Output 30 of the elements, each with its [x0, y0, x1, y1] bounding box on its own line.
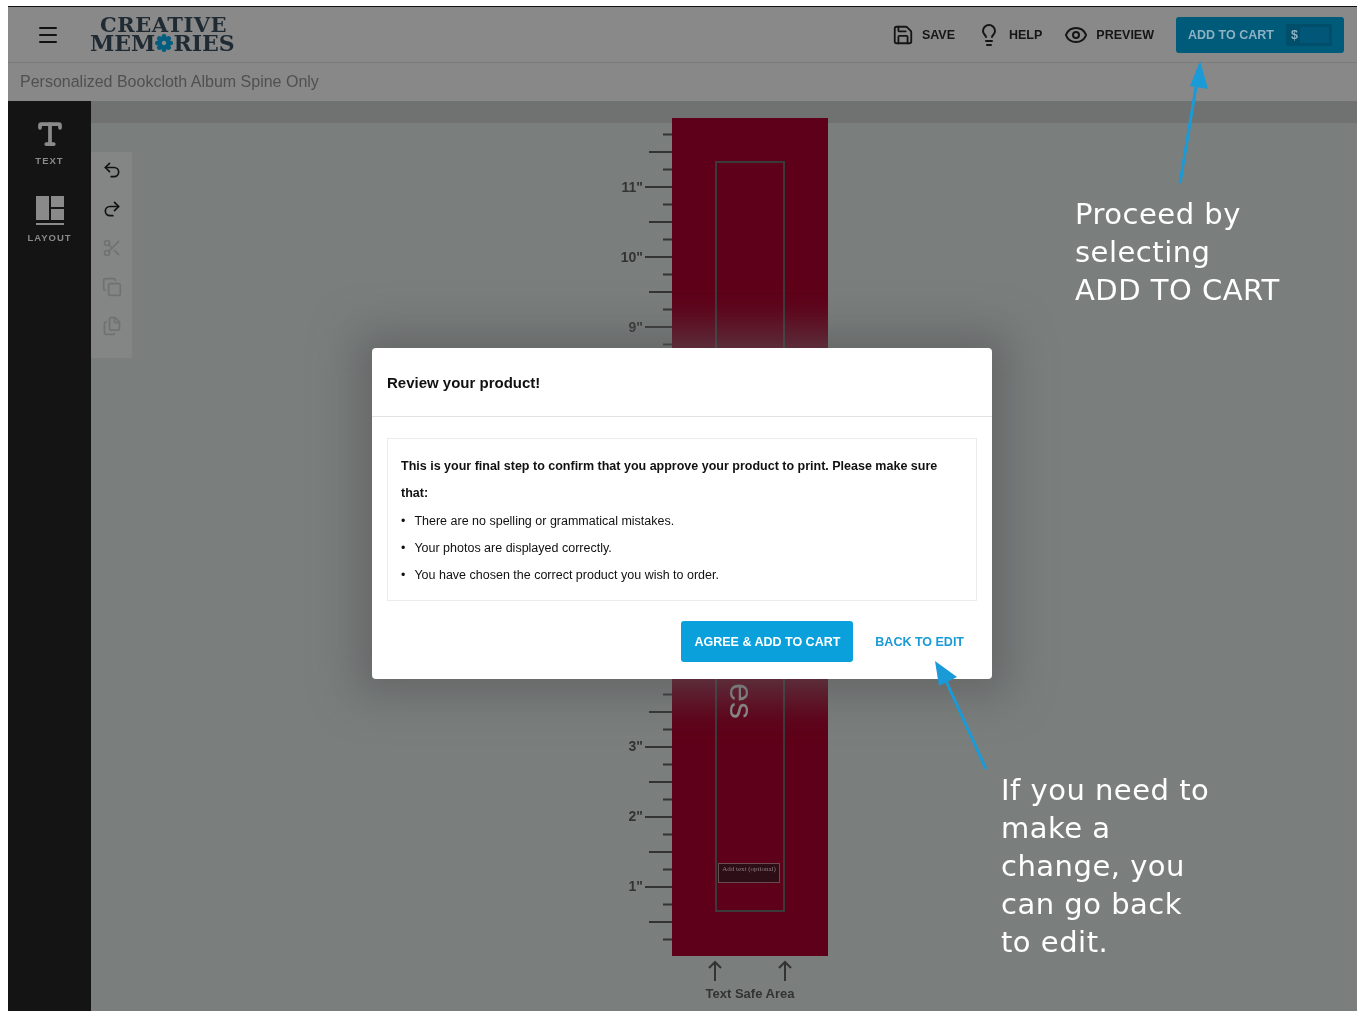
spine-text: es [724, 683, 759, 719]
dialog-intro: This is your final step to confirm that you approve your product to print. Please make sure that: [401, 458, 939, 502]
save-button[interactable]: SAVE [891, 23, 955, 46]
checklist-item: You have chosen the correct product you wish to order. [414, 566, 719, 583]
layout-icon [35, 196, 64, 226]
agree-button[interactable]: AGREE & ADD TO CART [681, 621, 854, 662]
layout-tool-button[interactable]: LAYOUT [27, 196, 72, 243]
price-field: $ [1285, 23, 1332, 46]
text-tool-button[interactable]: TEXT [34, 119, 65, 166]
preview-button[interactable]: PREVIEW [1064, 22, 1154, 47]
up-arrow-icon [708, 960, 722, 982]
add-to-cart-button[interactable]: ADD TO CART $ [1176, 16, 1344, 53]
bullet-marker: • [401, 539, 406, 556]
bullet-marker: • [401, 512, 406, 529]
annotation-text: Proceed by selecting ADD TO CART [1075, 196, 1281, 309]
flower-icon [155, 34, 174, 53]
undo-icon [101, 160, 122, 180]
annotation-text: If you need to make a change, you can go back to edit. [1001, 772, 1211, 961]
safe-area-label: Text Safe Area [705, 986, 795, 1001]
dialog-title: Review your product! [387, 373, 541, 391]
undo-button[interactable] [101, 160, 122, 180]
up-arrow-icon [778, 960, 792, 982]
bullet-marker: • [401, 566, 406, 583]
checklist-item: There are no spelling or grammatical mistakes. [414, 512, 675, 529]
product-title: Personalized Bookcloth Album Spine Only [20, 73, 319, 91]
save-icon [891, 23, 914, 46]
logo: CREATIVE MEM RIES [90, 16, 235, 53]
checklist-item: Your photos are displayed correctly. [414, 539, 612, 556]
help-button[interactable]: HELP [977, 22, 1043, 47]
back-to-edit-link[interactable]: BACK TO EDIT [875, 634, 964, 649]
